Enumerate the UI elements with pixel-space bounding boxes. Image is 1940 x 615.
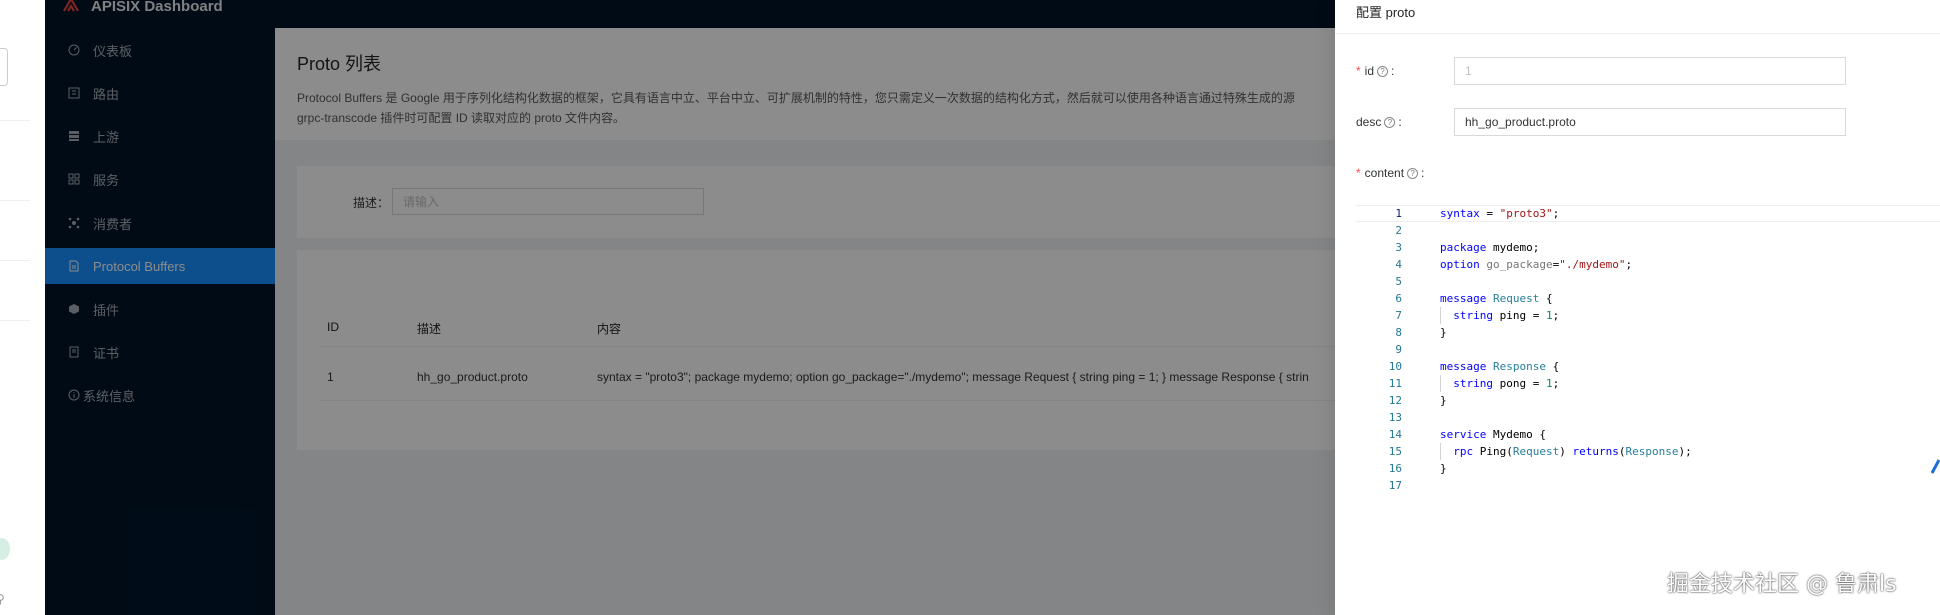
code-text: } — [1440, 326, 1447, 339]
scroll-indicator-icon[interactable] — [1930, 458, 1940, 474]
search-icon[interactable]: ⚲ — [0, 592, 5, 606]
question-icon[interactable]: ? — [1384, 116, 1396, 128]
indent-guide — [1440, 375, 1441, 392]
code-line[interactable]: 16} — [1356, 460, 1940, 477]
question-icon[interactable]: ? — [1407, 167, 1419, 179]
line-number: 15 — [1388, 445, 1402, 458]
code-text: message Response { — [1440, 360, 1560, 373]
code-text: option go_package="./mydemo"; — [1440, 258, 1633, 271]
code-line[interactable]: 8} — [1356, 324, 1940, 341]
line-number: 13 — [1388, 411, 1402, 424]
code-line[interactable]: 3 package mydemo; — [1356, 239, 1940, 256]
line-number: 8 — [1395, 326, 1402, 339]
frame-edge — [0, 48, 8, 86]
assistant-bubble-icon[interactable] — [0, 538, 10, 560]
divider — [0, 120, 30, 121]
id-input[interactable]: 1 — [1454, 57, 1846, 85]
drawer-title: 配置 proto — [1356, 5, 1416, 20]
line-number: 9 — [1395, 343, 1402, 356]
code-text: package mydemo; — [1440, 241, 1540, 254]
code-line[interactable]: 14 service Mydemo { — [1356, 426, 1940, 443]
desc-input[interactable]: hh_go_product.proto — [1454, 108, 1846, 136]
required-mark: * — [1356, 64, 1361, 78]
id-label-text: id — [1364, 64, 1375, 78]
content-label: * content ? : — [1356, 166, 1424, 180]
line-number: 7 — [1395, 309, 1402, 322]
id-label: * id ? : — [1356, 64, 1394, 78]
question-icon[interactable]: ? — [1377, 65, 1389, 77]
label-colon: : — [1421, 166, 1425, 180]
code-line[interactable]: 11 string pong = 1; — [1356, 375, 1940, 392]
required-mark: * — [1356, 166, 1361, 180]
label-colon: : — [1398, 115, 1402, 129]
id-value: 1 — [1465, 64, 1472, 78]
code-line[interactable]: 6 message Request { — [1356, 290, 1940, 307]
browser-left-strip: ⚲ — [0, 0, 45, 615]
code-text: rpc Ping(Request) returns(Response); — [1453, 445, 1692, 458]
code-text: string pong = 1; — [1453, 377, 1560, 390]
line-number: 6 — [1395, 292, 1402, 305]
code-line[interactable]: 10 message Response { — [1356, 358, 1940, 375]
code-text: message Request { — [1440, 292, 1553, 305]
modal-mask[interactable] — [45, 0, 1380, 615]
code-text: service Mydemo { — [1440, 428, 1546, 441]
indent-guide — [1440, 307, 1441, 324]
line-number: 10 — [1388, 360, 1402, 373]
divider — [0, 260, 30, 261]
label-colon: : — [1391, 64, 1395, 78]
code-line[interactable]: 7 string ping = 1; — [1356, 307, 1940, 324]
line-number: 11 — [1388, 377, 1402, 390]
divider — [0, 200, 30, 201]
code-line[interactable]: 17 — [1356, 477, 1940, 494]
code-line[interactable]: 2 — [1356, 222, 1940, 239]
code-text: syntax = "proto3"; — [1440, 207, 1560, 220]
line-number: 14 — [1388, 428, 1402, 441]
line-number: 3 — [1395, 241, 1402, 254]
line-number: 5 — [1395, 275, 1402, 288]
code-text: } — [1440, 394, 1447, 407]
configure-proto-drawer: 配置 proto * id ? : 1 desc ? : hh_go_produ… — [1335, 0, 1940, 615]
code-text: } — [1440, 462, 1447, 475]
drawer-header: 配置 proto — [1335, 0, 1940, 34]
desc-label: desc ? : — [1356, 115, 1402, 129]
desc-value: hh_go_product.proto — [1465, 115, 1576, 129]
code-line[interactable]: 13 — [1356, 409, 1940, 426]
code-line[interactable]: 12} — [1356, 392, 1940, 409]
code-text: string ping = 1; — [1453, 309, 1560, 322]
code-line[interactable]: 5 — [1356, 273, 1940, 290]
code-line[interactable]: 15 rpc Ping(Request) returns(Response); — [1356, 443, 1940, 460]
code-editor[interactable]: 1 syntax = "proto3"; 2 3 package mydemo; 4 opt… — [1356, 205, 1940, 505]
indent-guide — [1440, 443, 1441, 460]
watermark: 掘金技术社区 @ 鲁肃ls — [1667, 572, 1897, 597]
code-line[interactable]: 1 syntax = "proto3"; — [1356, 205, 1940, 222]
line-number: 1 — [1395, 207, 1402, 220]
code-line[interactable]: 4 option go_package="./mydemo"; — [1356, 256, 1940, 273]
line-number: 16 — [1388, 462, 1402, 475]
desc-label-text: desc — [1356, 115, 1382, 129]
line-number: 17 — [1388, 479, 1402, 492]
line-number: 4 — [1395, 258, 1402, 271]
code-line[interactable]: 9 — [1356, 341, 1940, 358]
line-number: 12 — [1388, 394, 1402, 407]
content-label-text: content — [1364, 166, 1405, 180]
divider — [0, 320, 30, 321]
line-number: 2 — [1395, 224, 1402, 237]
